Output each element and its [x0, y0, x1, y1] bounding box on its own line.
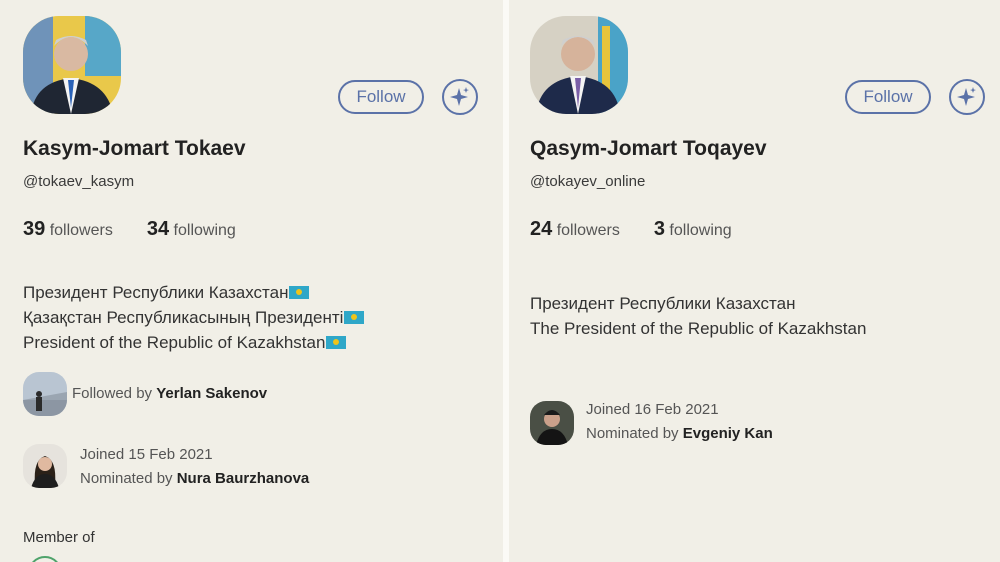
member-of-heading: Member of	[23, 529, 95, 546]
portrait-photo	[530, 16, 628, 114]
followed-by-text: Followed by Yerlan Sakenov	[72, 385, 268, 402]
sparkle-icon[interactable]	[442, 79, 478, 115]
nominator-name[interactable]: Evgeniy Kan	[683, 425, 773, 442]
joined-date: Joined 16 Feb 2021	[586, 401, 719, 418]
followers-link[interactable]: 24 followers	[530, 218, 620, 240]
sparkle-icon[interactable]	[949, 79, 985, 115]
portrait-photo	[23, 16, 121, 114]
profile-card-left: Follow Kasym-Jomart Tokaev @tokaev_kasym…	[0, 0, 503, 562]
profile-bio: Президент Республики Казахстан Қазақстан…	[23, 280, 365, 355]
kazakhstan-flag-icon	[289, 286, 310, 299]
profile-bio: Президент Республики Казахстан The Presi…	[530, 294, 867, 338]
profile-avatar[interactable]	[530, 16, 628, 114]
profile-stats: 39 followers 34 following	[23, 218, 236, 241]
profile-card-right: Follow Qasym-Jomart Toqayev @tokayev_onl…	[509, 0, 1000, 562]
profile-name: Qasym-Jomart Toqayev	[530, 137, 767, 160]
profile-name: Kasym-Jomart Tokaev	[23, 137, 246, 160]
follow-button[interactable]: Follow	[338, 80, 424, 114]
followers-link[interactable]: 39 followers	[23, 218, 113, 240]
joined-date: Joined 15 Feb 2021	[80, 446, 213, 463]
followed-by-user[interactable]: Yerlan Sakenov	[156, 385, 267, 402]
profile-handle: @tokayev_online	[530, 173, 646, 190]
nominator-avatar[interactable]	[23, 444, 67, 488]
joined-info: Joined 15 Feb 2021 Nominated by Nura Bau…	[80, 443, 309, 491]
follow-button[interactable]: Follow	[845, 80, 931, 114]
kazakhstan-flag-icon	[344, 311, 365, 324]
nominator-name[interactable]: Nura Baurzhanova	[177, 470, 310, 487]
profile-handle: @tokaev_kasym	[23, 173, 135, 190]
profile-avatar[interactable]	[23, 16, 121, 114]
following-link[interactable]: 3 following	[654, 218, 732, 240]
kazakhstan-flag-icon	[326, 336, 347, 349]
following-link[interactable]: 34 following	[147, 218, 236, 240]
profile-stats: 24 followers 3 following	[530, 218, 732, 241]
nominator-avatar[interactable]	[530, 401, 574, 445]
followed-by-avatar[interactable]	[23, 372, 67, 416]
club-icon[interactable]	[28, 556, 62, 562]
joined-info: Joined 16 Feb 2021 Nominated by Evgeniy …	[586, 398, 773, 446]
